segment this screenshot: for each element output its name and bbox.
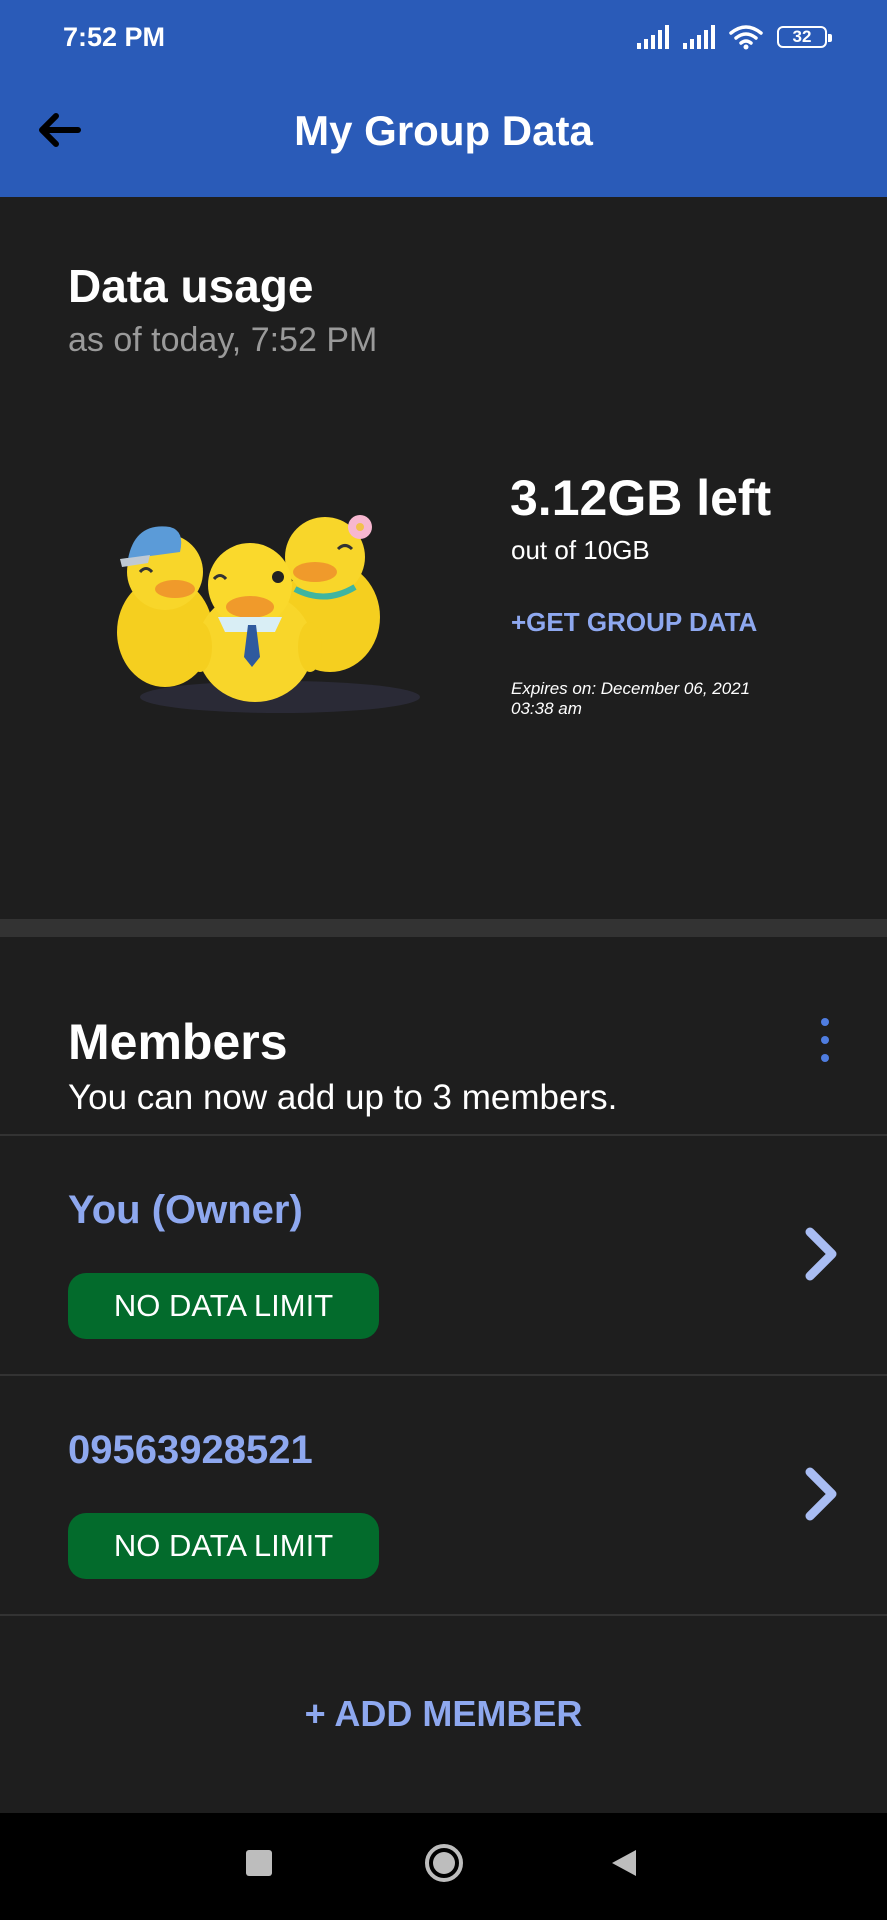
signal-icon [683, 25, 715, 49]
members-title: Members [68, 1014, 288, 1070]
expiry-date: Expires on: December 06, 2021 [511, 679, 751, 698]
member-name: 09563928521 [68, 1428, 313, 1472]
page-title: My Group Data [294, 107, 593, 154]
signal-icon [637, 25, 669, 49]
battery-icon: 32 [777, 26, 832, 48]
data-usage-timestamp: as of today, 7:52 PM [68, 321, 378, 359]
member-row-owner[interactable]: You (Owner) NO DATA LIMIT [0, 1136, 887, 1374]
circle-icon[interactable] [424, 1843, 464, 1883]
status-icons: 32 [637, 24, 832, 50]
expiry-info: Expires on: December 06, 2021 03:38 am [511, 679, 791, 719]
divider [0, 1614, 887, 1616]
members-subtitle: You can now add up to 3 members. [68, 1078, 618, 1117]
data-limit-badge: NO DATA LIMIT [68, 1513, 379, 1579]
data-total: out of 10GB [511, 535, 650, 565]
chevron-right-icon[interactable] [800, 1224, 842, 1284]
triangle-back-icon[interactable] [608, 1847, 638, 1879]
data-usage-title: Data usage [68, 260, 314, 312]
section-divider [0, 919, 887, 937]
data-remaining: 3.12GB left [510, 470, 772, 526]
system-nav-bar [0, 1813, 887, 1920]
app-bar: 7:52 PM 32 My Group Data [0, 0, 887, 197]
data-usage-section: Data usage as of today, 7:52 PM 3.12GB l… [0, 197, 887, 919]
wifi-icon [729, 25, 763, 50]
expiry-time: 03:38 am [511, 699, 582, 718]
data-limit-badge: NO DATA LIMIT [68, 1273, 379, 1339]
square-icon[interactable] [246, 1850, 272, 1876]
member-row-number[interactable]: 09563928521 NO DATA LIMIT [0, 1376, 887, 1614]
kebab-menu-icon[interactable] [815, 1018, 835, 1062]
get-group-data-link[interactable]: +GET GROUP DATA [511, 607, 757, 638]
status-time: 7:52 PM [63, 22, 166, 52]
chevron-right-icon[interactable] [800, 1464, 842, 1524]
add-member-button[interactable]: + ADD MEMBER [0, 1693, 887, 1735]
ducks-illustration [117, 515, 420, 713]
member-name: You (Owner) [68, 1188, 303, 1232]
